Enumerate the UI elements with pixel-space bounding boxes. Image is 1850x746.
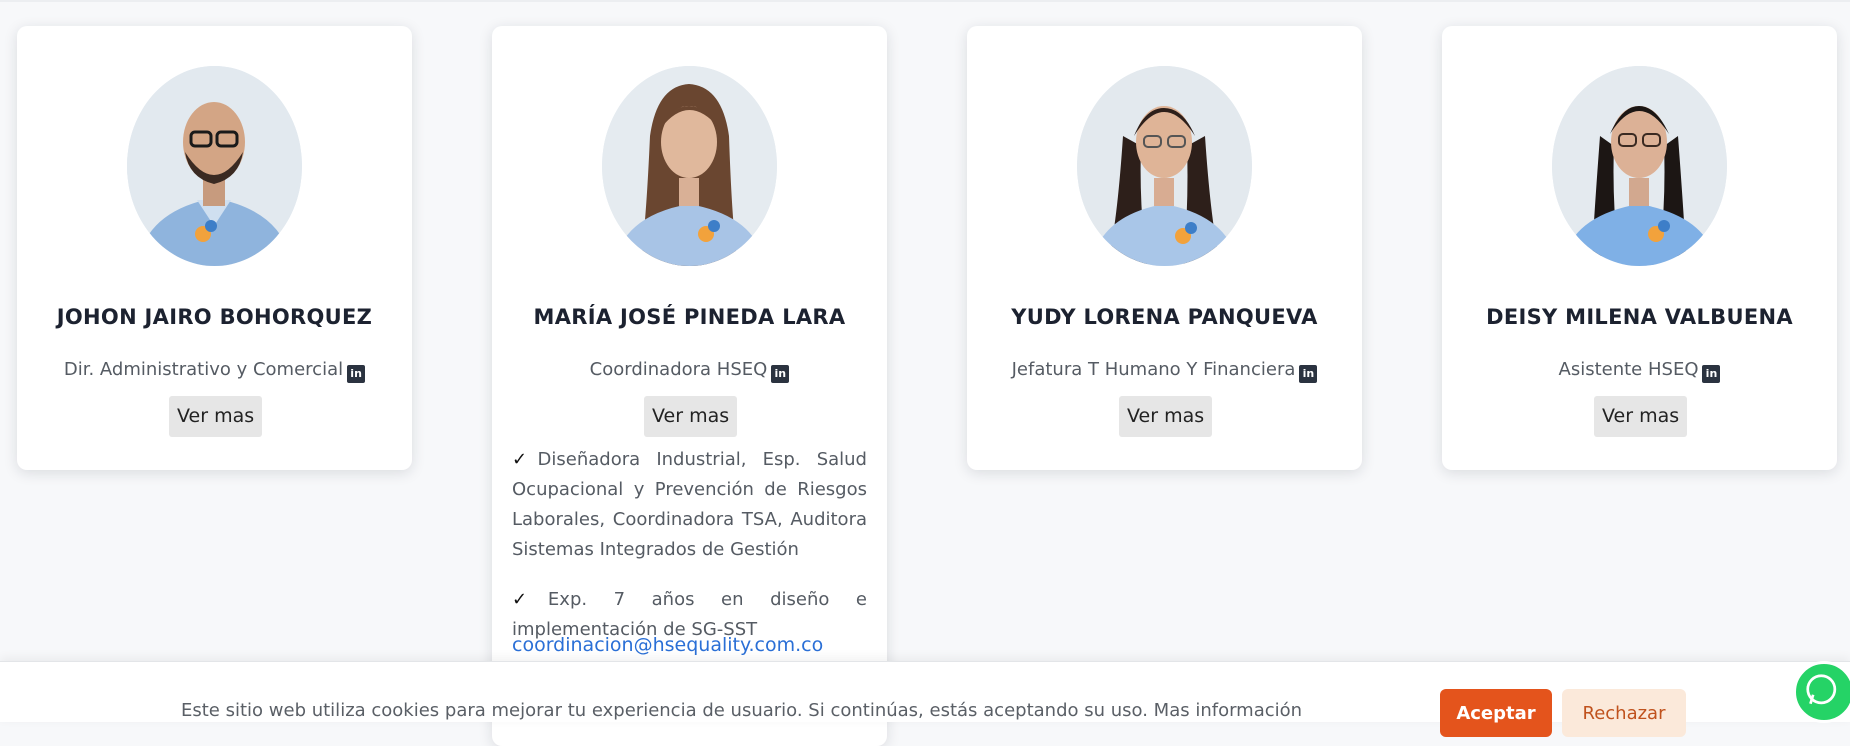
accept-cookies-button[interactable]: Aceptar (1440, 689, 1552, 737)
email-link[interactable]: coordinacion@hsequality.com.co (512, 634, 823, 656)
whatsapp-icon[interactable] (1793, 661, 1850, 723)
team-member-role: Jefatura T Humano Y Financiera (1011, 359, 1296, 380)
team-member-name: JOHON JAIRO BOHORQUEZ (56, 305, 373, 329)
portrait-image (1552, 66, 1727, 266)
linkedin-icon[interactable]: in (347, 365, 366, 383)
team-member-role: Dir. Administrativo y Comercial (63, 359, 344, 380)
bio-text: Exp. 7 años en diseño e implementación d… (512, 589, 867, 640)
ver-mas-button[interactable]: Ver mas (1594, 396, 1688, 437)
team-member-role-row: Asistente HSEQ in (1442, 359, 1837, 383)
team-card-4: DEISY MILENA VALBUENA Asistente HSEQ in V… (1442, 26, 1837, 470)
linkedin-icon[interactable]: in (1702, 365, 1721, 383)
team-card-2: MARÍA JOSÉ PINEDA LARA Coordinadora HSEQ… (492, 26, 887, 746)
checkmark-icon: ✓ (512, 449, 538, 470)
linkedin-icon[interactable]: in (771, 365, 790, 383)
page-top-strip (0, 0, 1850, 2)
whatsapp-glyph (1806, 674, 1837, 705)
ver-mas-button[interactable]: Ver mas (169, 396, 263, 437)
ver-mas-button[interactable]: Ver mas (644, 396, 738, 437)
team-member-name: DEISY MILENA VALBUENA (1486, 305, 1793, 329)
team-card-3: YUDY LORENA PANQUEVA Jefatura T Humano Y… (967, 26, 1362, 470)
checkmark-icon: ✓ (512, 589, 548, 610)
bio-paragraph: ✓Diseñadora Industrial, Esp. Salud Ocupa… (512, 445, 867, 565)
portrait-image (127, 66, 302, 266)
team-member-role: Coordinadora HSEQ (589, 359, 768, 380)
team-member-role-row: Coordinadora HSEQ in (492, 359, 887, 383)
team-member-photo (1077, 66, 1252, 266)
team-card-1: JOHON JAIRO BOHORQUEZ Dir. Administrativ… (17, 26, 412, 470)
team-member-role: Asistente HSEQ (1558, 359, 1699, 380)
team-member-photo (127, 66, 302, 266)
bio-text: Diseñadora Industrial, Esp. Salud Ocupac… (512, 449, 867, 560)
team-member-photo (1552, 66, 1727, 266)
portrait-image (1077, 66, 1252, 266)
portrait-image (602, 66, 777, 266)
cookie-consent-bar: Este sitio web utiliza cookies para mejo… (0, 661, 1850, 737)
team-member-name: YUDY LORENA PANQUEVA (1011, 305, 1318, 329)
linkedin-icon[interactable]: in (1299, 365, 1318, 383)
team-member-role-row: Jefatura T Humano Y Financiera in (967, 359, 1362, 383)
team-member-photo (602, 66, 777, 266)
team-member-role-row: Dir. Administrativo y Comercial in (17, 359, 412, 383)
cookie-message: Este sitio web utiliza cookies para mejo… (181, 700, 1303, 721)
ver-mas-button[interactable]: Ver mas (1119, 396, 1213, 437)
team-member-name: MARÍA JOSÉ PINEDA LARA (533, 305, 846, 329)
reject-cookies-button[interactable]: Rechazar (1562, 689, 1686, 737)
